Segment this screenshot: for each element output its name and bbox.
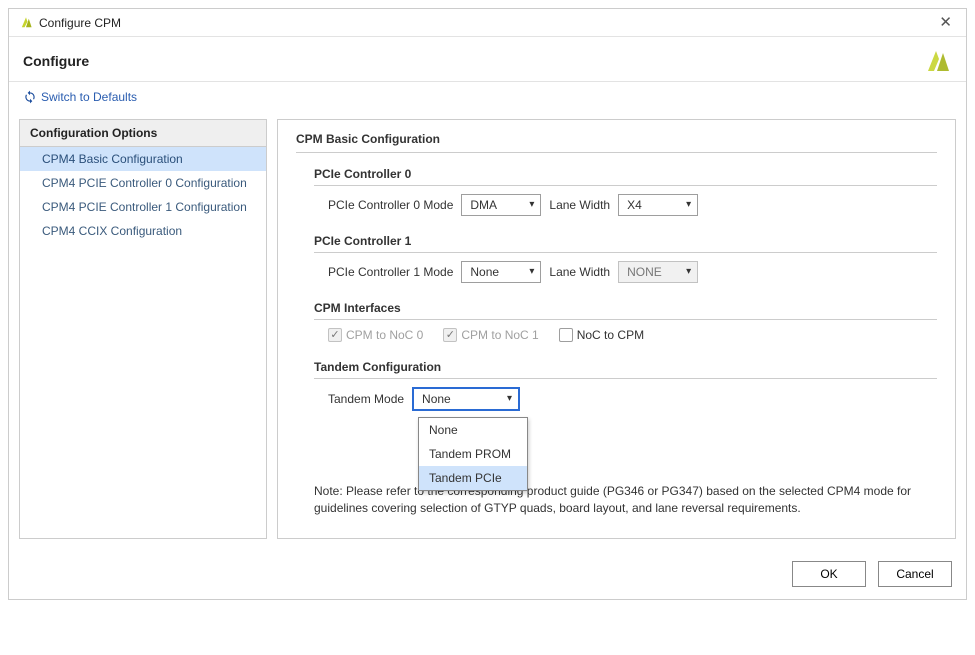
pcie0-mode-label: PCIe Controller 0 Mode (328, 198, 453, 212)
configure-heading: Configure (23, 53, 924, 69)
header: Configure (9, 37, 966, 82)
tandem-option[interactable]: Tandem PROM (419, 442, 527, 466)
cpm-noc1-checkbox: ✓ (443, 328, 457, 342)
noc-cpm-label: NoC to CPM (577, 328, 644, 342)
close-icon[interactable]: ✕ (935, 15, 956, 30)
section-tandem-title: Tandem Configuration (314, 360, 937, 379)
pcie1-lane-value: NONE (627, 265, 662, 279)
sidebar-item-ccix-config[interactable]: CPM4 CCIX Configuration (20, 219, 266, 243)
tandem-mode-label: Tandem Mode (328, 392, 404, 406)
dialog-window: Configure CPM ✕ Configure Switch to Defa… (8, 8, 967, 600)
pcie0-mode-value: DMA (470, 198, 497, 212)
app-icon (19, 16, 33, 30)
pcie1-lane-select: NONE ▾ (618, 261, 698, 283)
pcie0-lane-select[interactable]: X4 ▾ (618, 194, 698, 216)
ok-button[interactable]: OK (792, 561, 866, 587)
window-title: Configure CPM (39, 16, 935, 30)
chevron-down-icon: ▾ (529, 200, 534, 210)
sidebar-header: Configuration Options (20, 120, 266, 147)
switch-to-defaults-button[interactable]: Switch to Defaults (23, 90, 137, 104)
section-pcie1-title: PCIe Controller 1 (314, 234, 937, 253)
pcie1-mode-value: None (470, 265, 499, 279)
section-interfaces: ✓ CPM to NoC 0 ✓ CPM to NoC 1 NoC to CPM (314, 328, 937, 342)
pcie1-mode-select[interactable]: None ▾ (461, 261, 541, 283)
main-panel: CPM Basic Configuration PCIe Controller … (277, 119, 956, 539)
cpm-noc1-label: CPM to NoC 1 (461, 328, 538, 342)
section-pcie0: PCIe Controller 0 Mode DMA ▾ Lane Width … (314, 194, 937, 216)
section-interfaces-title: CPM Interfaces (314, 301, 937, 320)
sidebar-item-label: CPM4 PCIE Controller 1 Configuration (42, 200, 247, 214)
footer: OK Cancel (9, 549, 966, 599)
sidebar-item-label: CPM4 PCIE Controller 0 Configuration (42, 176, 247, 190)
toolbar: Switch to Defaults (9, 82, 966, 119)
refresh-icon (23, 90, 37, 104)
section-tandem: Tandem Mode None ▾ NoneTandem PROMTandem… (314, 387, 937, 411)
tandem-dropdown-menu: NoneTandem PROMTandem PCIe (418, 417, 528, 491)
sidebar-item-pcie1-config[interactable]: CPM4 PCIE Controller 1 Configuration (20, 195, 266, 219)
switch-to-defaults-label: Switch to Defaults (41, 90, 137, 104)
cpm-noc0-checkbox: ✓ (328, 328, 342, 342)
sidebar: Configuration Options CPM4 Basic Configu… (19, 119, 267, 539)
section-pcie1: PCIe Controller 1 Mode None ▾ Lane Width… (314, 261, 937, 283)
cpm-noc0-label: CPM to NoC 0 (346, 328, 423, 342)
brand-logo-icon (924, 47, 952, 75)
sidebar-item-label: CPM4 CCIX Configuration (42, 224, 182, 238)
chevron-down-icon: ▾ (686, 267, 691, 277)
body: Configuration Options CPM4 Basic Configu… (9, 119, 966, 549)
tandem-mode-value: None (422, 392, 451, 406)
tandem-option[interactable]: Tandem PCIe (419, 466, 527, 490)
tandem-mode-select[interactable]: None ▾ (412, 387, 520, 411)
chevron-down-icon: ▾ (507, 394, 512, 404)
cancel-button[interactable]: Cancel (878, 561, 952, 587)
noc-cpm-checkbox[interactable] (559, 328, 573, 342)
section-pcie0-title: PCIe Controller 0 (314, 167, 937, 186)
pcie0-lane-label: Lane Width (549, 198, 610, 212)
sidebar-item-basic-config[interactable]: CPM4 Basic Configuration (20, 147, 266, 171)
pcie0-mode-select[interactable]: DMA ▾ (461, 194, 541, 216)
title-bar: Configure CPM ✕ (9, 9, 966, 37)
tandem-option[interactable]: None (419, 418, 527, 442)
sidebar-item-pcie0-config[interactable]: CPM4 PCIE Controller 0 Configuration (20, 171, 266, 195)
chevron-down-icon: ▾ (686, 200, 691, 210)
pcie0-lane-value: X4 (627, 198, 642, 212)
pcie1-lane-label: Lane Width (549, 265, 610, 279)
pcie1-mode-label: PCIe Controller 1 Mode (328, 265, 453, 279)
sidebar-item-label: CPM4 Basic Configuration (42, 152, 183, 166)
note-text: Note: Please refer to the corresponding … (314, 483, 937, 518)
page-title: CPM Basic Configuration (296, 132, 937, 153)
chevron-down-icon: ▾ (529, 267, 534, 277)
